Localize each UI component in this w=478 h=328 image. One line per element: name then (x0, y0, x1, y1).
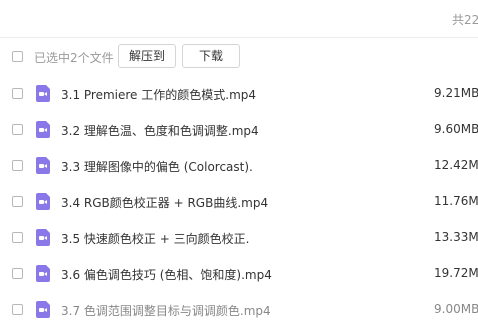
file-name[interactable]: 3.3 理解图像中的偏色 (Colorcast). (61, 158, 253, 175)
file-checkbox[interactable] (12, 160, 23, 171)
file-size: 19.72M (434, 266, 478, 280)
file-size: 12.42M (434, 158, 478, 172)
video-file-icon (36, 265, 50, 282)
header-divider (0, 37, 478, 38)
file-row[interactable]: 3.3 理解图像中的偏色 (Colorcast). 12.42M (0, 148, 478, 184)
total-count: 共22 (452, 13, 478, 27)
file-size: 9.60MB (434, 122, 478, 136)
top-bar: 共22 (0, 0, 478, 38)
file-row[interactable]: 3.5 快速颜色校正 + 三向颜色校正. 13.33M (0, 220, 478, 256)
selection-toolbar: 已选中2个文件 解压到 下载 (0, 44, 478, 70)
file-checkbox[interactable] (12, 232, 23, 243)
file-row[interactable]: 3.1 Premiere 工作的颜色模式.mp4 9.21MB (0, 76, 478, 112)
file-checkbox[interactable] (12, 196, 23, 207)
video-file-icon (36, 85, 50, 102)
video-file-icon (36, 121, 50, 138)
file-checkbox[interactable] (12, 304, 23, 315)
file-checkbox[interactable] (12, 124, 23, 135)
file-checkbox[interactable] (12, 268, 23, 279)
file-name[interactable]: 3.5 快速颜色校正 + 三向颜色校正. (61, 230, 249, 247)
extract-to-button[interactable]: 解压到 (118, 44, 176, 68)
file-size: 11.76M (434, 194, 478, 208)
file-size: 9.21MB (434, 86, 478, 100)
file-name[interactable]: 3.4 RGB颜色校正器 + RGB曲线.mp4 (61, 194, 268, 211)
video-file-icon (36, 301, 50, 318)
file-row[interactable]: 3.4 RGB颜色校正器 + RGB曲线.mp4 11.76M (0, 184, 478, 220)
file-size: 13.33M (434, 230, 478, 244)
file-row[interactable]: 3.2 理解色温、色度和色调调整.mp4 9.60MB (0, 112, 478, 148)
file-row[interactable]: 3.6 偏色调色技巧 (色相、饱和度).mp4 19.72M (0, 256, 478, 292)
selection-count: 已选中2个文件 (34, 51, 114, 65)
select-all-checkbox[interactable] (12, 51, 23, 62)
video-file-icon (36, 193, 50, 210)
file-row[interactable]: 3.7 色调范围调整目标与调调颜色.mp4 9.00MB (0, 292, 478, 328)
file-size: 9.00MB (434, 302, 478, 316)
file-checkbox[interactable] (12, 88, 23, 99)
download-button[interactable]: 下载 (182, 44, 240, 68)
file-name[interactable]: 3.1 Premiere 工作的颜色模式.mp4 (61, 86, 256, 103)
video-file-icon (36, 229, 50, 246)
video-file-icon (36, 157, 50, 174)
file-name[interactable]: 3.6 偏色调色技巧 (色相、饱和度).mp4 (61, 266, 272, 283)
file-name[interactable]: 3.2 理解色温、色度和色调调整.mp4 (61, 122, 259, 139)
